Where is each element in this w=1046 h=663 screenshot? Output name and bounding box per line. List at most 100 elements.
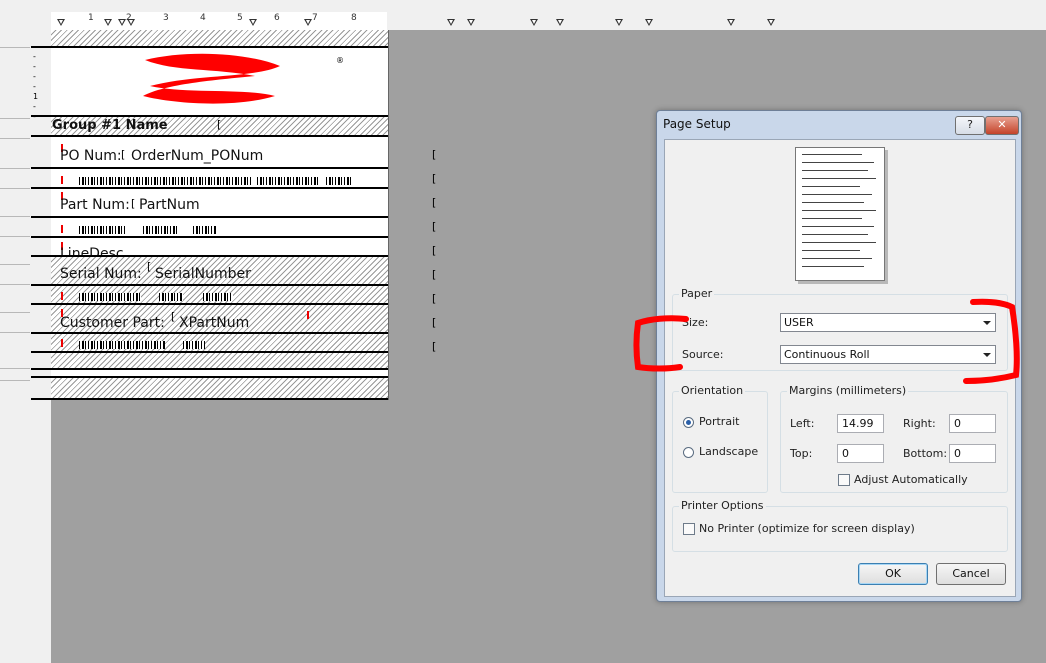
bottom-margin-input[interactable]: 0 [949,444,996,463]
ruler-number: 3 [163,13,169,23]
po-barcode[interactable] [257,177,319,185]
part-barcode[interactable] [79,226,125,234]
section-divider [31,167,388,169]
left-margin-input[interactable]: 14.99 [837,414,884,433]
tab-stop-marker[interactable] [118,19,126,26]
serial-barcode[interactable] [203,293,233,301]
panel-divider [0,312,30,313]
line-desc-band: LineDesc [51,238,388,255]
customer-barcode[interactable] [79,341,165,349]
margins-group: Margins (millimeters) Left: 14.99 Right:… [780,384,1008,493]
dialog-title: Page Setup [663,117,731,131]
preview-text [802,234,868,235]
adjust-automatically-checkbox[interactable] [838,474,850,486]
ok-button[interactable]: OK [858,563,928,585]
preview-text [802,266,864,267]
part-num-label[interactable]: Part Num: [60,197,130,213]
po-num-field[interactable]: OrderNum_PONum [131,148,263,164]
customer-part-field[interactable]: XPartNum [179,315,249,331]
serial-num-label[interactable]: Serial Num: [60,266,142,282]
no-printer-checkbox[interactable] [683,523,695,535]
printer-options-group: Printer Options No Printer (optimize for… [672,499,1008,552]
panel-divider [0,236,30,237]
landscape-radio[interactable] [683,447,694,458]
panel-divider [0,168,30,169]
preview-text [802,170,868,171]
right-margin-label: Right: [903,417,936,430]
serial-barcode[interactable] [159,293,183,301]
ruler-number: 7 [312,13,318,23]
tab-stop-marker[interactable] [556,19,564,26]
preview-text [802,210,876,211]
line-desc-field[interactable]: LineDesc [60,246,124,255]
tab-stop-marker[interactable] [104,19,112,26]
panel-divider [0,284,30,285]
panel-divider [0,332,30,333]
group-footer-band [51,353,388,368]
preview-text [802,178,876,179]
orientation-group: Orientation Portrait Landscape [672,384,768,493]
panel-divider [0,264,30,265]
tab-stop-marker[interactable] [615,19,623,26]
tab-stop-marker[interactable] [249,19,257,26]
section-divider [31,398,388,400]
tab-stop-marker[interactable] [467,19,475,26]
field-marker [61,225,63,233]
vertical-ruler-marks: ----1-- [33,52,39,121]
page-preview [795,147,885,281]
cancel-button[interactable]: Cancel [936,563,1006,585]
preview-text [802,186,860,187]
serial-barcode[interactable] [79,293,141,301]
field-handle: [ [131,197,136,210]
ruler-number: 6 [274,13,280,23]
tab-stop-marker[interactable] [645,19,653,26]
field-marker [61,339,63,347]
tab-stop-marker[interactable] [57,19,65,26]
close-button[interactable]: ✕ [985,116,1019,135]
portrait-radio[interactable] [683,417,694,428]
tab-stop-marker[interactable] [447,19,455,26]
field-handle: [ [432,268,437,281]
part-barcode[interactable] [143,226,177,234]
preview-text [802,154,862,155]
part-barcode[interactable] [193,226,217,234]
part-num-field[interactable]: PartNum [139,197,200,213]
panel-divider [0,188,30,189]
group-header-field[interactable]: Group #1 Name [52,118,168,133]
tab-stop-marker[interactable] [127,19,135,26]
top-margin-input[interactable]: 0 [837,444,884,463]
field-handle: [ [217,118,222,131]
po-num-label[interactable]: PO Num: [60,148,122,164]
panel-divider [0,380,30,381]
tab-stop-marker[interactable] [767,19,775,26]
adjust-automatically-label[interactable]: Adjust Automatically [854,473,968,486]
field-marker [61,292,63,300]
preview-text [802,242,876,243]
po-barcode[interactable] [326,177,352,185]
tab-stop-marker[interactable] [530,19,538,26]
page-header-band [51,30,388,46]
page-footer-band [51,378,388,398]
report-canvas[interactable]: ----1-- ® Group #1 Name [ PO Num: [ Orde… [31,30,389,400]
preview-text [802,202,864,203]
tab-stop-marker[interactable] [727,19,735,26]
right-margin-input[interactable]: 0 [949,414,996,433]
customer-part-label[interactable]: Customer Part: [60,315,165,331]
ruler-number: 8 [351,13,357,23]
landscape-label[interactable]: Landscape [699,445,758,458]
tab-stop-marker[interactable] [304,19,312,26]
no-printer-label[interactable]: No Printer (optimize for screen display) [699,522,915,535]
customer-barcode[interactable] [183,341,205,349]
po-barcode[interactable] [79,177,251,185]
field-handle: [ [432,340,437,353]
panel-divider [0,47,30,48]
section-divider [31,216,388,218]
horizontal-ruler[interactable]: 1 2 3 4 5 6 7 8 [51,12,387,30]
left-margin-label: Left: [790,417,815,430]
serial-num-field[interactable]: SerialNumber [155,266,251,282]
help-button[interactable]: ? [955,116,985,135]
bottom-margin-label: Bottom: [903,447,948,460]
portrait-label[interactable]: Portrait [699,415,739,428]
field-handle: [ [121,148,126,161]
preview-text [802,162,874,163]
